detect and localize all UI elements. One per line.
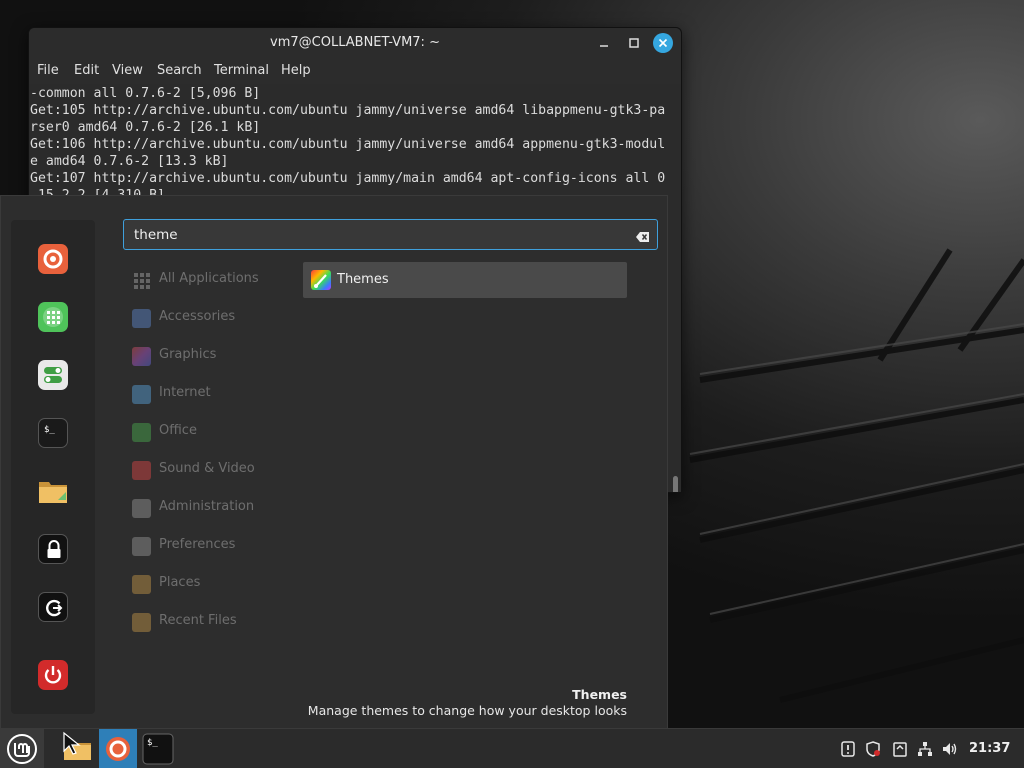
cloud-icon: [132, 385, 151, 404]
prefs-icon: [132, 537, 151, 556]
svg-text:$_: $_: [44, 425, 55, 435]
folder-icon: [39, 482, 67, 503]
recent-folder-icon: [132, 613, 151, 632]
search-box[interactable]: [123, 219, 658, 250]
category-accessories[interactable]: Accessories: [132, 306, 292, 330]
terminal-line: Get:107 http://archive.ubuntu.com/ubuntu…: [30, 171, 666, 186]
terminal-line: e amd64 0.7.6-2 [13.3 kB]: [30, 154, 229, 169]
category-preferences[interactable]: Preferences: [132, 534, 292, 558]
category-places[interactable]: Places: [132, 572, 292, 596]
search-input[interactable]: [134, 226, 614, 244]
taskbar: $_ 21:37: [0, 728, 1024, 768]
category-label: Recent Files: [159, 613, 237, 628]
settings-favorite[interactable]: [38, 360, 68, 390]
firefox-favorite[interactable]: [38, 244, 68, 274]
terminal-favorite[interactable]: $_: [38, 418, 68, 448]
folder-icon: [132, 575, 151, 594]
shutdown-button[interactable]: [38, 660, 68, 690]
mint-logo-icon: [7, 734, 37, 764]
clock[interactable]: 21:37: [969, 741, 1010, 756]
category-recent-files[interactable]: Recent Files: [132, 610, 292, 634]
themes-icon: [311, 270, 331, 290]
play-icon: [132, 461, 151, 480]
files-favorite[interactable]: [38, 476, 68, 506]
minimize-icon: [600, 45, 608, 47]
favorites-sidebar: [11, 220, 95, 714]
maximize-button[interactable]: [625, 34, 643, 52]
svg-text:$_: $_: [147, 738, 158, 748]
close-button[interactable]: [653, 33, 673, 53]
taskbar-firefox[interactable]: [99, 729, 137, 768]
network-icon[interactable]: [917, 741, 933, 757]
lock-screen-button[interactable]: [38, 534, 68, 564]
terminal-icon: $_: [142, 733, 174, 765]
logout-icon: [46, 599, 63, 617]
backspace-clear-icon: [636, 232, 649, 242]
menu-edit[interactable]: Edit: [74, 63, 99, 78]
menu-search[interactable]: Search: [157, 63, 202, 78]
terminal-titlebar[interactable]: vm7@COLLABNET-VM7: ~: [29, 28, 681, 58]
mouse-cursor-icon: [63, 731, 81, 755]
category-label: All Applications: [159, 271, 259, 286]
application-menu: $_ theme All Applications Accessories Gr…: [0, 195, 668, 728]
category-label: Preferences: [159, 537, 236, 552]
logout-button[interactable]: [38, 592, 68, 622]
category-label: Accessories: [159, 309, 236, 324]
clear-search-button[interactable]: [636, 228, 650, 242]
app-description-text: Manage themes to change how your desktop…: [307, 703, 627, 718]
menu-help[interactable]: Help: [281, 63, 311, 78]
category-label: Office: [159, 423, 197, 438]
lock-icon: [47, 540, 61, 558]
toggle-settings-icon: [44, 367, 62, 383]
category-office[interactable]: Office: [132, 420, 292, 444]
category-graphics[interactable]: Graphics: [132, 344, 292, 368]
terminal-scrollbar[interactable]: [673, 476, 678, 492]
category-label: Sound & Video: [159, 461, 255, 476]
category-label: Graphics: [159, 347, 217, 362]
menu-file[interactable]: File: [37, 63, 59, 78]
grid-icon: [132, 271, 151, 290]
window-title: vm7@COLLABNET-VM7: ~: [270, 35, 440, 50]
terminal-menubar: File Edit View Search Terminal Help: [29, 58, 681, 84]
terminal-line: Get:105 http://archive.ubuntu.com/ubuntu…: [30, 103, 666, 118]
category-administration[interactable]: Administration: [132, 496, 292, 520]
category-label: Places: [159, 575, 201, 590]
maximize-icon: [629, 38, 639, 48]
result-label: Themes: [337, 272, 389, 287]
category-all-applications[interactable]: All Applications: [132, 268, 292, 292]
firefox-icon: [106, 737, 130, 761]
category-sound-video[interactable]: Sound & Video: [132, 458, 292, 482]
app-description-title: Themes: [572, 687, 627, 702]
power-icon: [44, 666, 62, 684]
start-menu-button[interactable]: [0, 729, 44, 768]
menu-view[interactable]: View: [112, 63, 143, 78]
graphics-icon: [132, 347, 151, 366]
terminal-line: -common all 0.7.6-2 [5,096 B]: [30, 86, 261, 101]
admin-icon: [132, 499, 151, 518]
taskbar-terminal[interactable]: $_: [139, 729, 177, 768]
category-label: Administration: [159, 499, 255, 514]
scissors-icon: [132, 309, 151, 328]
notifications-icon[interactable]: [840, 741, 856, 757]
close-icon: [658, 38, 668, 48]
clipboard-icon[interactable]: [892, 741, 908, 757]
volume-icon[interactable]: [942, 741, 958, 757]
terminal-icon: $_: [44, 425, 55, 435]
terminal-line: Get:106 http://archive.ubuntu.com/ubuntu…: [30, 137, 666, 152]
search-result-themes[interactable]: Themes: [303, 262, 627, 298]
firefox-icon: [43, 249, 63, 269]
category-label: Internet: [159, 385, 211, 400]
calculator-icon: [43, 307, 63, 327]
office-icon: [132, 423, 151, 442]
minimize-button[interactable]: [595, 34, 613, 52]
update-shield-icon[interactable]: [865, 741, 881, 757]
category-internet[interactable]: Internet: [132, 382, 292, 406]
calculator-favorite[interactable]: [38, 302, 68, 332]
terminal-line: rser0 amd64 0.7.6-2 [26.1 kB]: [30, 120, 261, 135]
menu-terminal[interactable]: Terminal: [214, 63, 269, 78]
